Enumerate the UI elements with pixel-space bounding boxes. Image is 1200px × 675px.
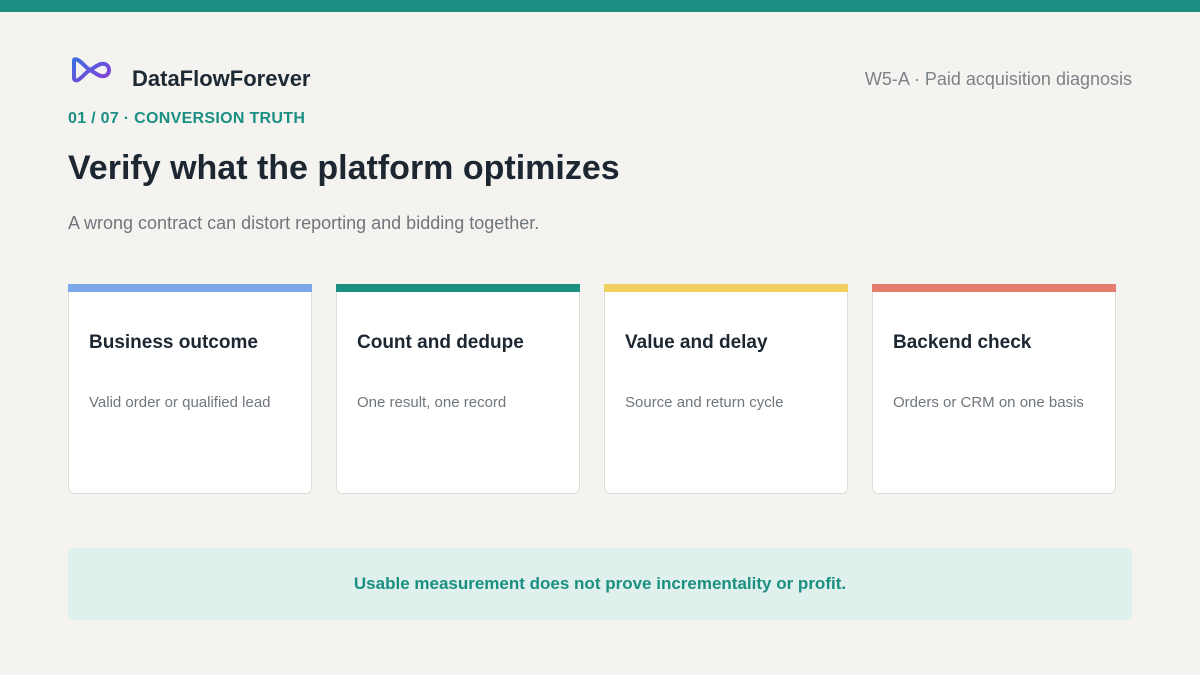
card-title: Count and dedupe [357, 332, 524, 353]
card-description: One result, one record [357, 394, 507, 411]
card-business-outcome: Business outcome Valid order or qualifie… [68, 284, 312, 494]
card-title: Value and delay [625, 332, 768, 353]
card-accent-bar [604, 284, 848, 292]
infinity-loop-icon [72, 57, 111, 83]
callout-text: Usable measurement does not prove increm… [353, 574, 847, 593]
card-accent-bar [336, 284, 580, 292]
card-description: Orders or CRM on one basis [893, 394, 1084, 411]
card-accent-bar [68, 284, 312, 292]
slide-eyebrow: 01 / 07 · CONVERSION TRUTH [68, 110, 306, 127]
card-title: Business outcome [89, 332, 258, 353]
deck-context-label: W5-A · Paid acquisition diagnosis [864, 69, 1132, 89]
top-accent-bar [0, 0, 1200, 12]
brand-name: DataFlowForever [132, 66, 311, 91]
checklist-cards: Business outcome Valid order or qualifie… [68, 284, 1116, 494]
card-description: Valid order or qualified lead [89, 394, 271, 411]
takeaway-callout: Usable measurement does not prove increm… [68, 548, 1132, 620]
page-subtitle: A wrong contract can distort reporting a… [68, 213, 540, 233]
card-count-and-dedupe: Count and dedupe One result, one record [336, 284, 580, 494]
card-description: Source and return cycle [625, 394, 784, 411]
page-title: Verify what the platform optimizes [68, 149, 620, 187]
card-backend-check: Backend check Orders or CRM on one basis [872, 284, 1116, 494]
card-title: Backend check [893, 332, 1032, 353]
card-value-and-delay: Value and delay Source and return cycle [604, 284, 848, 494]
card-accent-bar [872, 284, 1116, 292]
